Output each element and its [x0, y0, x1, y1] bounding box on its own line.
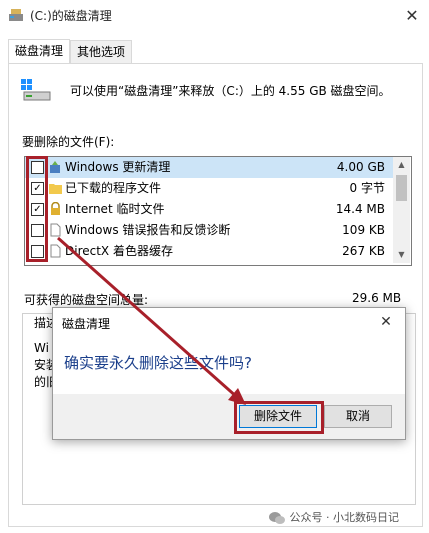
dialog-message: 确实要永久删除这些文件吗? [64, 354, 252, 372]
file-size: 4.00 GB [336, 160, 385, 174]
delete-button-highlight-box [234, 401, 324, 434]
scroll-thumb[interactable] [396, 175, 407, 201]
scroll-down-icon[interactable]: ▼ [393, 247, 410, 263]
confirm-dialog: 磁盘清理 ✕ 确实要永久删除这些文件吗? 删除文件 取消 [52, 307, 406, 440]
document-icon [50, 244, 61, 258]
watermark: 公众号 · 小北数码日记 [268, 509, 399, 525]
file-name: Internet 临时文件 [65, 202, 165, 216]
scroll-up-icon[interactable]: ▲ [393, 157, 410, 173]
tab-disk-cleanup[interactable]: 磁盘清理 [8, 39, 71, 65]
file-name: DirectX 着色器缓存 [65, 244, 173, 258]
cancel-button[interactable]: 取消 [324, 405, 392, 428]
watermark-text: 公众号 · 小北数码日记 [289, 511, 400, 524]
tab-more-options[interactable]: 其他选项 [70, 40, 133, 64]
space-summary: 可以使用“磁盘清理”来释放（C:）上的 4.55 GB 磁盘空间。 [70, 84, 391, 98]
dialog-title: 磁盘清理 [62, 317, 111, 331]
wechat-icon [269, 512, 285, 524]
space-gain-label: 可获得的磁盘空间总量: [24, 293, 149, 307]
disk-cleanup-window: (C:)的磁盘清理 ✕ 磁盘清理 其他选项 可以使用“磁盘清理”来释放（C:）上… [0, 0, 429, 533]
file-row[interactable]: ✓ 已下载的程序文件 0 字节 [25, 178, 393, 199]
file-size: 267 KB [342, 244, 385, 258]
dialog-close-button[interactable]: ✕ [375, 311, 397, 333]
drive-icon [21, 79, 51, 101]
file-row[interactable]: Windows 错误报告和反馈诊断 109 KB [25, 220, 393, 241]
file-size: 14.4 MB [335, 202, 385, 216]
document-icon [50, 223, 61, 237]
windows-update-icon [50, 161, 60, 173]
disk-cleanup-icon [9, 9, 23, 21]
space-gain-value: 29.6 MB [352, 291, 402, 305]
file-row[interactable]: DirectX 着色器缓存 267 KB [25, 241, 393, 262]
window-close-button[interactable]: ✕ [400, 4, 424, 28]
dialog-body: 确实要永久删除这些文件吗? [53, 336, 405, 394]
title-bar: (C:)的磁盘清理 ✕ [0, 0, 429, 32]
file-size: 109 KB [342, 223, 385, 237]
dialog-title-bar: 磁盘清理 ✕ [53, 308, 405, 336]
files-list: Windows 更新清理 4.00 GB ✓ 已下载的程序文件 0 字节 ✓ I… [24, 156, 412, 266]
window-title: (C:)的磁盘清理 [30, 9, 112, 23]
file-name: Windows 更新清理 [65, 160, 171, 174]
list-scrollbar[interactable]: ▲ ▼ [393, 157, 410, 263]
file-name: Windows 错误报告和反馈诊断 [65, 223, 231, 237]
file-row[interactable]: ✓ Internet 临时文件 14.4 MB [25, 199, 393, 220]
lock-icon [51, 202, 60, 215]
files-to-delete-label: 要删除的文件(F): [22, 135, 115, 149]
file-row[interactable]: Windows 更新清理 4.00 GB [25, 157, 393, 178]
file-size: 0 字节 [349, 181, 385, 195]
file-name: 已下载的程序文件 [65, 181, 162, 195]
folder-icon [49, 184, 62, 194]
checkbox-highlight-box [26, 156, 48, 262]
